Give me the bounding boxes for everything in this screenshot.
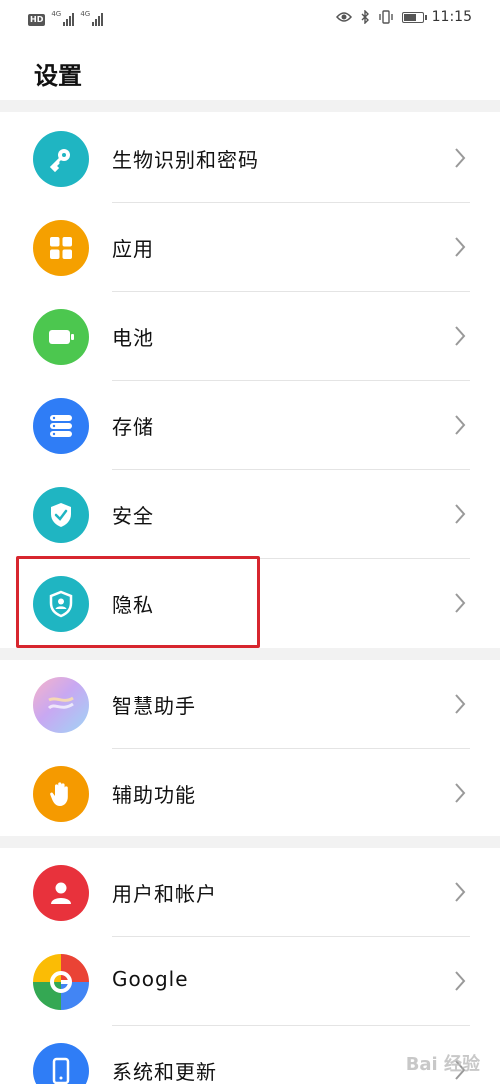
settings-item-storage[interactable]: 存储 [0, 381, 500, 470]
settings-item-users-accounts[interactable]: 用户和帐户 [0, 848, 500, 937]
settings-item-biometrics[interactable]: 生物识别和密码 [0, 114, 500, 203]
chevron-right-icon [455, 971, 466, 991]
status-bar: HD 4G 4G 11:15 [0, 0, 500, 36]
settings-item-accessibility[interactable]: 辅助功能 [0, 749, 500, 838]
storage-icon [33, 398, 89, 454]
phone-update-icon [33, 1043, 89, 1084]
chevron-right-icon [455, 326, 466, 346]
status-left: HD 4G 4G [28, 10, 104, 26]
chevron-right-icon [455, 593, 466, 613]
status-time: 11:15 [431, 9, 472, 25]
settings-item-label: Google [112, 967, 189, 991]
page-title: 设置 [34, 62, 82, 90]
settings-item-label: 辅助功能 [112, 783, 196, 807]
chevron-right-icon [455, 148, 466, 168]
chevron-right-icon [455, 694, 466, 714]
settings-item-google[interactable]: Google [0, 937, 500, 1026]
eye-icon [335, 12, 352, 22]
signal-icon: 4G [51, 10, 75, 26]
apps-grid-icon [33, 220, 89, 276]
bluetooth-icon [361, 10, 369, 24]
settings-item-label: 存储 [112, 415, 154, 439]
vibrate-icon [378, 10, 393, 24]
settings-item-label: 智慧助手 [112, 694, 196, 718]
section-divider [0, 100, 500, 112]
key-icon [33, 131, 89, 187]
settings-item-label: 安全 [112, 504, 154, 528]
chevron-right-icon [455, 504, 466, 524]
battery-status-icon [401, 11, 427, 23]
settings-item-label: 生物识别和密码 [112, 148, 259, 172]
settings-item-label: 应用 [112, 237, 154, 261]
settings-item-label: 电池 [112, 326, 154, 350]
shield-check-icon [33, 487, 89, 543]
smart-assistant-icon [33, 677, 89, 733]
settings-item-battery[interactable]: 电池 [0, 292, 500, 381]
google-icon [33, 954, 89, 1010]
status-right: 11:15 [335, 8, 472, 26]
hd-badge: HD [28, 14, 46, 26]
chevron-right-icon [455, 237, 466, 257]
settings-item-privacy[interactable]: 隐私 [0, 559, 500, 648]
settings-item-smart-assistant[interactable]: 智慧助手 [0, 660, 500, 749]
watermark: Bai 经验 [405, 1054, 480, 1075]
user-icon [33, 865, 89, 921]
settings-item-label: 用户和帐户 [112, 882, 217, 906]
chevron-right-icon [455, 783, 466, 803]
settings-item-apps[interactable]: 应用 [0, 203, 500, 292]
privacy-shield-icon [33, 576, 89, 632]
battery-icon [33, 309, 89, 365]
chevron-right-icon [455, 415, 466, 435]
settings-item-security[interactable]: 安全 [0, 470, 500, 559]
signal-icon: 4G [80, 10, 104, 26]
hand-icon [33, 766, 89, 822]
section-divider [0, 648, 500, 660]
settings-item-label: 系统和更新 [112, 1060, 217, 1084]
settings-item-label: 隐私 [112, 593, 154, 617]
chevron-right-icon [455, 882, 466, 902]
